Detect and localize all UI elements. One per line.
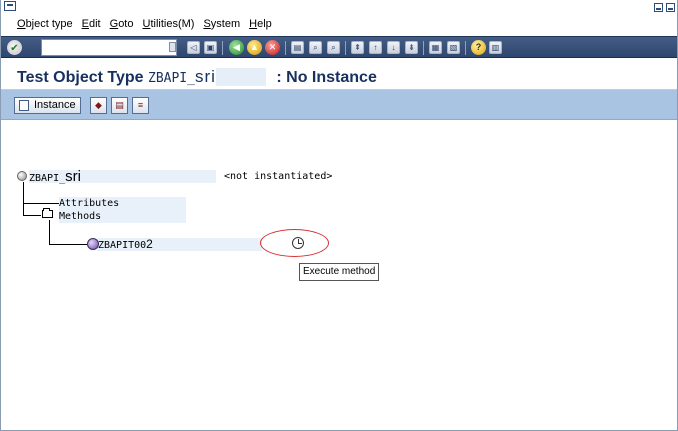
- menu-edit[interactable]: Edit: [82, 18, 101, 30]
- toolbar-separator: [222, 41, 223, 55]
- title-suffix: : No Instance: [276, 69, 377, 86]
- help-icon[interactable]: ?: [471, 40, 486, 55]
- export-icon[interactable]: ▤: [111, 97, 128, 114]
- root-status: <not instantiated>: [224, 171, 333, 182]
- menu-object-type[interactable]: Object type: [17, 18, 73, 30]
- title-prefix: Test Object Type: [17, 69, 144, 86]
- find-icon[interactable]: ⌕: [309, 41, 322, 54]
- menu-system[interactable]: System: [203, 18, 240, 30]
- toolbar-separator: [465, 41, 466, 55]
- execute-method-icon[interactable]: [292, 237, 304, 249]
- create-session-icon[interactable]: ▦: [429, 41, 442, 54]
- tree-connector: [49, 220, 50, 244]
- method-node[interactable]: ZBAPIT002: [98, 237, 153, 251]
- window-controls: [654, 3, 675, 12]
- sap-window: Object type Edit Goto Utilities(M) Syste…: [0, 0, 678, 431]
- command-history-icon[interactable]: [169, 42, 176, 52]
- menu-items: Object type Edit Goto Utilities(M) Syste…: [17, 18, 281, 30]
- title-bar: Test Object Type ZBAPI_sri : No Instance: [1, 60, 677, 90]
- menu-goto[interactable]: Goto: [110, 18, 134, 30]
- command-field[interactable]: [41, 39, 177, 56]
- tree-connector: [23, 215, 41, 216]
- system-menu-icon[interactable]: [4, 1, 16, 11]
- print-icon[interactable]: ▤: [291, 41, 304, 54]
- object-tree: ZBAPI_sri <not instantiated> Attributes …: [1, 121, 677, 421]
- tree-connector: [23, 203, 59, 204]
- shortcut-icon[interactable]: ▧: [447, 41, 460, 54]
- previous-page-icon[interactable]: ↑: [369, 41, 382, 54]
- first-page-icon[interactable]: ⇞: [351, 41, 364, 54]
- root-node-name: sri: [65, 168, 81, 185]
- find-next-icon[interactable]: ⌕: [327, 41, 340, 54]
- back-icon[interactable]: ◀: [229, 40, 244, 55]
- exit-icon[interactable]: ▲: [247, 40, 262, 55]
- execute-method-tooltip: Execute method: [299, 263, 380, 281]
- minimize-icon[interactable]: [654, 3, 663, 12]
- attributes-node[interactable]: Attributes: [59, 198, 119, 209]
- toolbar-separator: [345, 41, 346, 55]
- menu-bar: Object type Edit Goto Utilities(M) Syste…: [1, 0, 677, 34]
- cancel-icon[interactable]: ✕: [265, 40, 280, 55]
- document-icon: [19, 100, 29, 111]
- tree-connector: [49, 244, 87, 245]
- last-page-icon[interactable]: ⇟: [405, 41, 418, 54]
- toolbar-separator: [423, 41, 424, 55]
- object-node-icon: [17, 171, 27, 181]
- tree-connector: [23, 182, 24, 216]
- folder-icon[interactable]: [42, 208, 53, 218]
- toolbar-separator: [285, 41, 286, 55]
- debug-icon[interactable]: ◆: [90, 97, 107, 114]
- save-icon[interactable]: ▣: [204, 41, 217, 54]
- title-highlight: [215, 68, 266, 86]
- title-object-code: ZBAPI_: [148, 71, 195, 86]
- root-node-code: ZBAPI_: [29, 173, 66, 184]
- title-object-name: sri: [194, 67, 216, 86]
- instance-button[interactable]: Instance: [14, 97, 81, 114]
- standard-toolbar: ✔ ◁ ▣ ◀ ▲ ✕ ▤ ⌕ ⌕ ⇞ ↑ ↓ ⇟ ▦ ▧ ? ▥: [1, 36, 677, 58]
- menu-help[interactable]: Help: [249, 18, 272, 30]
- layout-menu-icon[interactable]: ▥: [489, 41, 502, 54]
- maximize-icon[interactable]: [666, 3, 675, 12]
- root-node[interactable]: ZBAPI_sri: [29, 168, 81, 185]
- page-title: Test Object Type ZBAPI_sri : No Instance: [17, 67, 377, 87]
- instance-button-label: Instance: [34, 99, 76, 111]
- next-page-icon[interactable]: ↓: [387, 41, 400, 54]
- methods-node[interactable]: Methods: [59, 211, 101, 222]
- application-toolbar: Instance ◆ ▤ ≡: [1, 90, 677, 120]
- enter-check-icon[interactable]: ✔: [7, 40, 22, 55]
- menu-utilities[interactable]: Utilities(M): [142, 18, 194, 30]
- back-arrow-icon[interactable]: ◁: [187, 41, 200, 54]
- list-icon[interactable]: ≡: [132, 97, 149, 114]
- method-node-suffix: 2: [146, 237, 153, 251]
- method-node-code: ZBAPIT00: [98, 240, 147, 251]
